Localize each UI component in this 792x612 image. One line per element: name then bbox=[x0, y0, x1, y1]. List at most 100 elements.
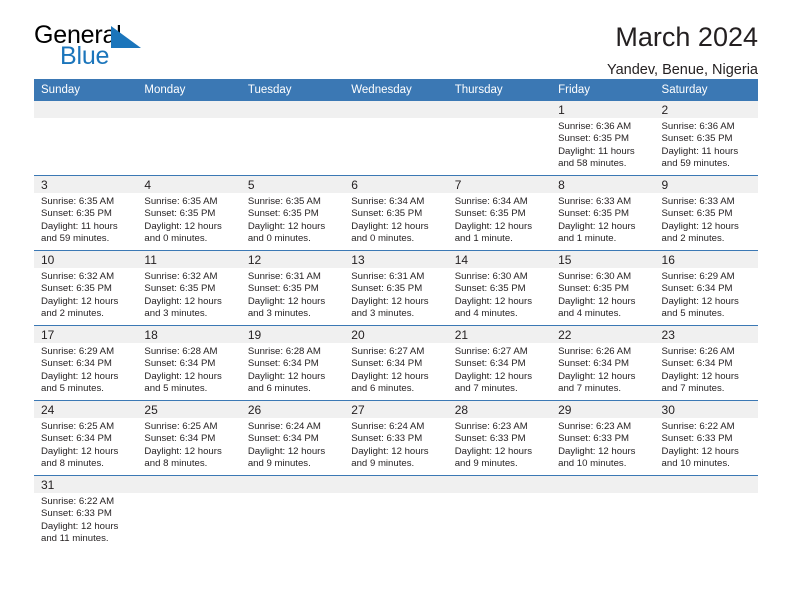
sunrise-text: Sunrise: 6:24 AM bbox=[351, 421, 425, 432]
calendar-day-cell[interactable]: 12 Sunrise: 6:31 AM Sunset: 6:35 PM Dayligh… bbox=[240, 250, 345, 326]
calendar-day-cell[interactable]: 4 Sunrise: 6:35 AM Sunset: 6:35 PM Daylight… bbox=[137, 175, 241, 251]
calendar-day-cell[interactable]: 16 Sunrise: 6:29 AM Sunset: 6:34 PM Dayligh… bbox=[654, 250, 758, 326]
daylight-text-line1: Daylight: 11 hours bbox=[558, 145, 635, 157]
sunrise-text: Sunrise: 6:25 AM bbox=[144, 421, 218, 432]
daylight-text-line1: Daylight: 12 hours bbox=[454, 445, 533, 457]
day-details: Sunrise: 6:24 AM Sunset: 6:33 PM Daylight:… bbox=[344, 418, 447, 471]
day-details: Sunrise: 6:27 AM Sunset: 6:34 PM Daylight:… bbox=[344, 343, 447, 396]
daylight-text-line2: and 3 minutes. bbox=[247, 308, 311, 320]
day-number: 11 bbox=[137, 251, 241, 268]
daylight-text-line1: Daylight: 12 hours bbox=[351, 295, 429, 307]
sunset-text: Sunset: 6:35 PM bbox=[558, 208, 630, 220]
sunrise-text: Sunrise: 6:32 AM bbox=[144, 271, 218, 282]
calendar-day-cell[interactable]: 22 Sunrise: 6:26 AM Sunset: 6:34 PM Dayligh… bbox=[551, 325, 655, 401]
daylight-text-line2: and 7 minutes. bbox=[558, 383, 622, 395]
daylight-text-line2: and 0 minutes. bbox=[144, 233, 208, 245]
day-details: Sunrise: 6:31 AM Sunset: 6:35 PM Daylight:… bbox=[344, 268, 447, 321]
day-details bbox=[241, 493, 344, 496]
sunrise-text: Sunrise: 6:33 AM bbox=[558, 196, 632, 207]
day-details: Sunrise: 6:31 AM Sunset: 6:35 PM Daylight:… bbox=[241, 268, 344, 321]
calendar-day-cell[interactable]: 31 Sunrise: 6:22 AM Sunset: 6:33 PM Dayligh… bbox=[34, 475, 138, 550]
day-number: 5 bbox=[240, 176, 345, 193]
sunrise-text: Sunrise: 6:22 AM bbox=[41, 496, 115, 507]
calendar-day-cell[interactable]: 25 Sunrise: 6:25 AM Sunset: 6:34 PM Dayligh… bbox=[137, 400, 241, 476]
day-details: Sunrise: 6:35 AM Sunset: 6:35 PM Daylight:… bbox=[241, 193, 344, 246]
day-details: Sunrise: 6:25 AM Sunset: 6:34 PM Daylight:… bbox=[137, 418, 240, 471]
calendar-day-cell[interactable]: 21 Sunrise: 6:27 AM Sunset: 6:34 PM Dayligh… bbox=[447, 325, 552, 401]
calendar-day-cell-empty bbox=[240, 475, 345, 550]
calendar-day-cell[interactable]: 14 Sunrise: 6:30 AM Sunset: 6:35 PM Dayligh… bbox=[447, 250, 552, 326]
sunrise-text: Sunrise: 6:34 AM bbox=[454, 196, 528, 207]
daylight-text-line1: Daylight: 12 hours bbox=[41, 370, 119, 382]
calendar-day-cell[interactable]: 9 Sunrise: 6:33 AM Sunset: 6:35 PM Daylight… bbox=[654, 175, 758, 251]
calendar-day-cell[interactable]: 27 Sunrise: 6:24 AM Sunset: 6:33 PM Dayligh… bbox=[344, 400, 448, 476]
sunset-text: Sunset: 6:33 PM bbox=[454, 433, 526, 445]
sunrise-text: Sunrise: 6:29 AM bbox=[41, 346, 115, 357]
sunrise-text: Sunrise: 6:28 AM bbox=[247, 346, 321, 357]
calendar-day-cell[interactable]: 11 Sunrise: 6:32 AM Sunset: 6:35 PM Dayligh… bbox=[137, 250, 241, 326]
daylight-text-line2: and 7 minutes. bbox=[661, 383, 725, 395]
day-number bbox=[447, 101, 552, 118]
daylight-text-line2: and 4 minutes. bbox=[558, 308, 622, 320]
daylight-text-line1: Daylight: 12 hours bbox=[144, 295, 222, 307]
calendar-day-cell[interactable]: 24 Sunrise: 6:25 AM Sunset: 6:34 PM Dayligh… bbox=[34, 400, 138, 476]
calendar-day-cell[interactable]: 23 Sunrise: 6:26 AM Sunset: 6:34 PM Dayligh… bbox=[654, 325, 758, 401]
calendar-day-cell[interactable]: 29 Sunrise: 6:23 AM Sunset: 6:33 PM Dayligh… bbox=[551, 400, 655, 476]
calendar-day-cell[interactable]: 13 Sunrise: 6:31 AM Sunset: 6:35 PM Dayligh… bbox=[344, 250, 448, 326]
calendar-day-cell[interactable]: 30 Sunrise: 6:22 AM Sunset: 6:33 PM Dayligh… bbox=[654, 400, 758, 476]
sunrise-text: Sunrise: 6:36 AM bbox=[661, 121, 735, 132]
day-details: Sunrise: 6:36 AM Sunset: 6:35 PM Daylight:… bbox=[655, 118, 758, 171]
daylight-text-line1: Daylight: 12 hours bbox=[351, 370, 429, 382]
sunrise-text: Sunrise: 6:35 AM bbox=[247, 196, 321, 207]
calendar-day-cell[interactable]: 5 Sunrise: 6:35 AM Sunset: 6:35 PM Daylight… bbox=[240, 175, 345, 251]
sunset-text: Sunset: 6:34 PM bbox=[41, 358, 112, 370]
calendar-day-cell[interactable]: 1 Sunrise: 6:36 AM Sunset: 6:35 PM Daylight… bbox=[551, 101, 655, 176]
day-number bbox=[551, 476, 655, 493]
day-details: Sunrise: 6:23 AM Sunset: 6:33 PM Daylight:… bbox=[448, 418, 551, 471]
sunrise-text: Sunrise: 6:29 AM bbox=[661, 271, 735, 282]
weekday-header-thursday: Thursday bbox=[447, 79, 552, 101]
day-number: 9 bbox=[654, 176, 758, 193]
daylight-text-line2: and 2 minutes. bbox=[41, 308, 104, 320]
daylight-text-line1: Daylight: 12 hours bbox=[661, 370, 739, 382]
daylight-text-line2: and 9 minutes. bbox=[454, 458, 518, 470]
daylight-text-line2: and 10 minutes. bbox=[661, 458, 730, 470]
daylight-text-line2: and 11 minutes. bbox=[41, 533, 109, 545]
calendar-day-cell[interactable]: 10 Sunrise: 6:32 AM Sunset: 6:35 PM Dayligh… bbox=[34, 250, 138, 326]
daylight-text-line2: and 5 minutes. bbox=[41, 383, 104, 395]
calendar-day-cell[interactable]: 26 Sunrise: 6:24 AM Sunset: 6:34 PM Dayligh… bbox=[240, 400, 345, 476]
calendar-day-cell[interactable]: 2 Sunrise: 6:36 AM Sunset: 6:35 PM Daylight… bbox=[654, 101, 758, 176]
calendar-day-cell[interactable]: 7 Sunrise: 6:34 AM Sunset: 6:35 PM Daylight… bbox=[447, 175, 552, 251]
daylight-text-line2: and 58 minutes. bbox=[558, 158, 627, 170]
daylight-text-line1: Daylight: 12 hours bbox=[351, 445, 429, 457]
calendar-day-cell[interactable]: 15 Sunrise: 6:30 AM Sunset: 6:35 PM Dayligh… bbox=[551, 250, 655, 326]
general-blue-logo[interactable]: General Blue bbox=[34, 22, 214, 74]
calendar-day-cell[interactable]: 19 Sunrise: 6:28 AM Sunset: 6:34 PM Dayligh… bbox=[240, 325, 345, 401]
day-number: 29 bbox=[551, 401, 655, 418]
day-number bbox=[137, 101, 241, 118]
daylight-text-line2: and 7 minutes. bbox=[454, 383, 518, 395]
sunset-text: Sunset: 6:35 PM bbox=[41, 208, 112, 220]
calendar-day-cell-empty bbox=[447, 475, 552, 550]
day-details: Sunrise: 6:29 AM Sunset: 6:34 PM Daylight:… bbox=[34, 343, 137, 396]
sunset-text: Sunset: 6:34 PM bbox=[661, 358, 733, 370]
calendar-day-cell[interactable]: 8 Sunrise: 6:33 AM Sunset: 6:35 PM Daylight… bbox=[551, 175, 655, 251]
sunrise-text: Sunrise: 6:35 AM bbox=[41, 196, 115, 207]
calendar-day-cell[interactable]: 28 Sunrise: 6:23 AM Sunset: 6:33 PM Dayligh… bbox=[447, 400, 552, 476]
calendar-day-cell[interactable]: 20 Sunrise: 6:27 AM Sunset: 6:34 PM Dayligh… bbox=[344, 325, 448, 401]
sunset-text: Sunset: 6:35 PM bbox=[41, 283, 112, 295]
sunrise-text: Sunrise: 6:24 AM bbox=[247, 421, 321, 432]
daylight-text-line1: Daylight: 12 hours bbox=[247, 295, 326, 307]
calendar-day-cell[interactable]: 6 Sunrise: 6:34 AM Sunset: 6:35 PM Daylight… bbox=[344, 175, 448, 251]
day-details: Sunrise: 6:22 AM Sunset: 6:33 PM Daylight:… bbox=[655, 418, 758, 471]
daylight-text-line1: Daylight: 11 hours bbox=[661, 145, 739, 157]
sunset-text: Sunset: 6:35 PM bbox=[247, 283, 319, 295]
calendar-day-cell-empty bbox=[551, 475, 655, 550]
calendar-day-cell[interactable]: 18 Sunrise: 6:28 AM Sunset: 6:34 PM Dayligh… bbox=[137, 325, 241, 401]
day-number: 27 bbox=[344, 401, 448, 418]
day-details: Sunrise: 6:27 AM Sunset: 6:34 PM Daylight:… bbox=[448, 343, 551, 396]
calendar-day-cell[interactable]: 17 Sunrise: 6:29 AM Sunset: 6:34 PM Dayligh… bbox=[34, 325, 138, 401]
calendar-day-cell[interactable]: 3 Sunrise: 6:35 AM Sunset: 6:35 PM Daylight… bbox=[34, 175, 138, 251]
day-details: Sunrise: 6:32 AM Sunset: 6:35 PM Daylight:… bbox=[137, 268, 240, 321]
sunset-text: Sunset: 6:34 PM bbox=[558, 358, 630, 370]
